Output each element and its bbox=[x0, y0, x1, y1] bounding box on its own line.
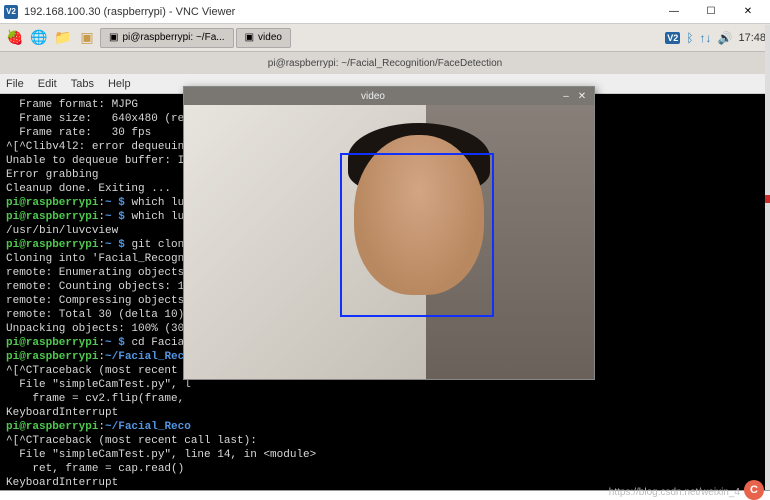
vnc-viewer-window: V2 192.168.100.30 (raspberrypi) - VNC Vi… bbox=[0, 0, 770, 500]
terminal-line: frame = cv2.flip(frame, bbox=[6, 392, 764, 406]
file-manager-icon[interactable]: 📁 bbox=[52, 27, 74, 49]
terminal-launcher-icon[interactable]: ▣ bbox=[76, 27, 98, 49]
video-minimize-button[interactable]: – bbox=[558, 91, 574, 102]
close-button[interactable]: ✕ bbox=[730, 1, 766, 23]
volume-icon[interactable]: 🔊 bbox=[718, 31, 733, 45]
video-feed bbox=[184, 105, 594, 379]
taskbar-task-terminal[interactable]: ▣pi@raspberrypi: ~/Fa... bbox=[100, 28, 234, 48]
clock[interactable]: 17:48 bbox=[738, 32, 766, 44]
vnc-titlebar[interactable]: V2 192.168.100.30 (raspberrypi) - VNC Vi… bbox=[0, 0, 770, 24]
face-detection-box bbox=[340, 153, 494, 317]
terminal-line: File "simpleCamTest.py", l bbox=[6, 378, 764, 392]
vnc-icon: V2 bbox=[4, 5, 18, 19]
raspberry-desktop: 🍓 🌐 📁 ▣ ▣pi@raspberrypi: ~/Fa... ▣video … bbox=[0, 24, 770, 500]
watermark-text: https://blog.csdn.net/weixin_4 bbox=[609, 487, 740, 498]
scroll-marker bbox=[765, 195, 770, 203]
taskbar-panel: 🍓 🌐 📁 ▣ ▣pi@raspberrypi: ~/Fa... ▣video … bbox=[0, 24, 770, 52]
maximize-button[interactable]: ☐ bbox=[693, 1, 729, 23]
video-title: video bbox=[188, 91, 558, 102]
terminal-line: KeyboardInterrupt bbox=[6, 406, 764, 420]
bluetooth-icon[interactable]: ᛒ bbox=[686, 31, 693, 45]
terminal-line: ^[^CTraceback (most recent call last): bbox=[6, 434, 764, 448]
terminal-prompt: pi@raspberrypi:~/Facial_Reco bbox=[6, 420, 764, 434]
minimize-button[interactable]: — bbox=[656, 1, 692, 23]
terminal-line: File "simpleCamTest.py", line 14, in <mo… bbox=[6, 448, 764, 462]
menu-edit[interactable]: Edit bbox=[38, 78, 57, 90]
raspberry-menu-icon[interactable]: 🍓 bbox=[4, 27, 26, 49]
scrollbar[interactable] bbox=[765, 25, 770, 490]
vnc-server-icon[interactable]: V2 bbox=[665, 32, 680, 44]
menu-help[interactable]: Help bbox=[108, 78, 131, 90]
video-window[interactable]: video – ✕ bbox=[183, 86, 595, 380]
csdn-badge-icon: C bbox=[744, 480, 764, 500]
browser-icon[interactable]: 🌐 bbox=[28, 27, 50, 49]
menu-file[interactable]: File bbox=[6, 78, 24, 90]
video-titlebar[interactable]: video – ✕ bbox=[184, 87, 594, 105]
taskbar-task-video[interactable]: ▣video bbox=[236, 28, 291, 48]
terminal-line: ret, frame = cap.read() bbox=[6, 462, 764, 476]
menu-tabs[interactable]: Tabs bbox=[71, 78, 94, 90]
vnc-title: 192.168.100.30 (raspberrypi) - VNC Viewe… bbox=[24, 6, 656, 18]
video-close-button[interactable]: ✕ bbox=[574, 91, 590, 102]
terminal-window-titlebar[interactable]: pi@raspberrypi: ~/Facial_Recognition/Fac… bbox=[0, 52, 770, 74]
network-icon[interactable]: ↑↓ bbox=[700, 31, 712, 45]
